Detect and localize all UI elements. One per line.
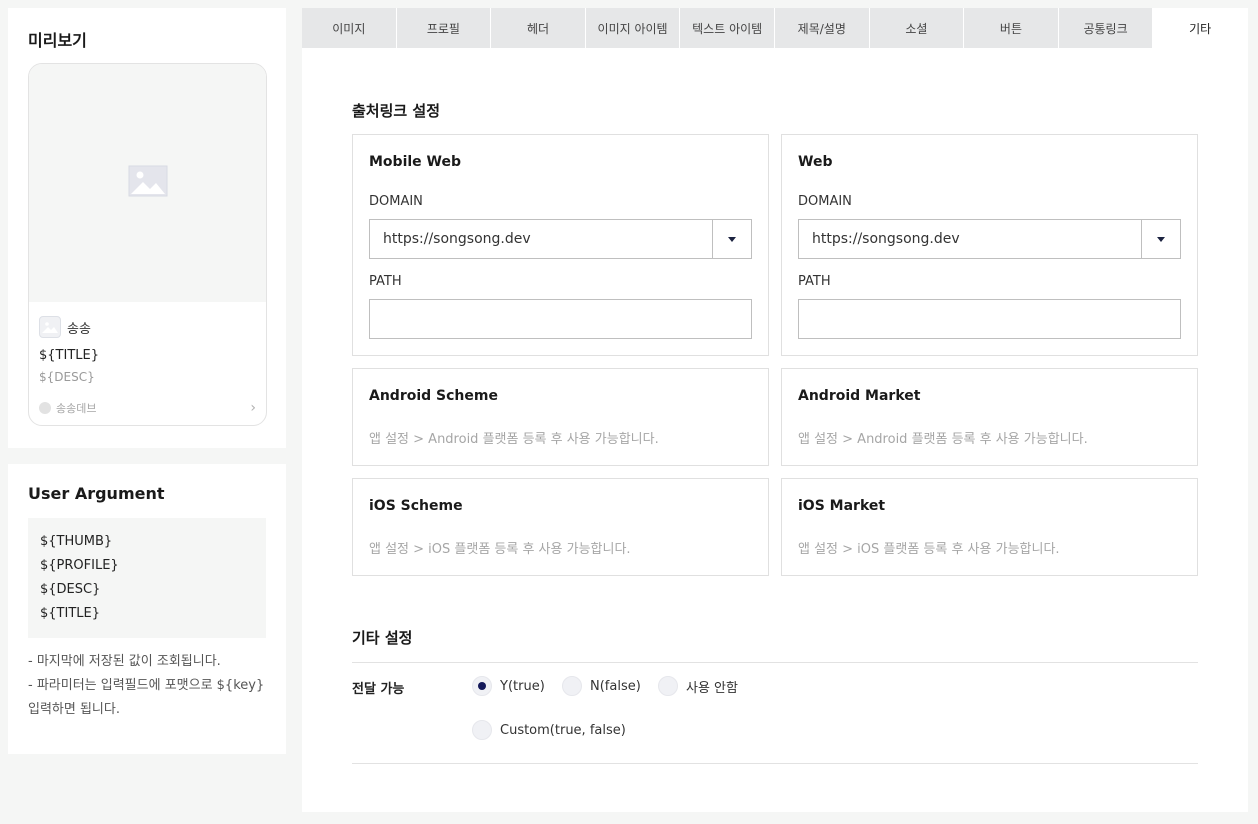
android-scheme-box: Android Scheme 앱 설정 > Android 플랫폼 등록 후 사… [352, 368, 769, 466]
web-title: Web [798, 154, 833, 170]
web-box: Web DOMAIN https://songsong.dev PATH [781, 134, 1198, 356]
tab-header[interactable]: 헤더 [491, 8, 586, 48]
radio-none-label: 사용 안함 [686, 680, 738, 696]
preview-card-image [29, 64, 266, 302]
argument-list: ${THUMB} ${PROFILE} ${DESC} ${TITLE} [28, 518, 266, 638]
divider [352, 662, 1198, 663]
card-title: ${TITLE} [39, 348, 99, 363]
tab-image[interactable]: 이미지 [302, 8, 397, 48]
tab-etc[interactable]: 기타 [1153, 8, 1248, 48]
ios-scheme-title: iOS Scheme [369, 498, 463, 514]
radio-unselected-icon[interactable] [472, 720, 492, 740]
android-scheme-note: 앱 설정 > Android 플랫폼 등록 후 사용 가능합니다. [369, 432, 659, 447]
radio-false[interactable]: N(false) [562, 676, 641, 696]
preview-card-body: 송송 ${TITLE} ${DESC} 송송데브 › [29, 302, 266, 425]
ios-market-box: iOS Market 앱 설정 > iOS 플랫폼 등록 후 사용 가능합니다. [781, 478, 1198, 576]
radio-selected-icon[interactable] [472, 676, 492, 696]
argument-notes: - 마지막에 저장된 값이 조회됩니다. - 파라미터는 입력필드에 포맷으로 … [28, 650, 273, 722]
radio-true[interactable]: Y(true) [472, 676, 545, 696]
user-argument-title: User Argument [28, 484, 165, 503]
radio-unselected-icon[interactable] [658, 676, 678, 696]
divider [352, 763, 1198, 764]
tab-bar: 이미지 프로필 헤더 이미지 아이템 텍스트 아이템 제목/설명 소셜 버튼 공… [302, 8, 1248, 48]
profile-row: 송송 [39, 316, 91, 338]
radio-none[interactable]: 사용 안함 [658, 676, 738, 696]
card-footer[interactable]: 송송데브 › [39, 400, 256, 416]
mobile-web-path-input[interactable] [369, 299, 752, 339]
argument-item: ${PROFILE} [40, 558, 119, 573]
profile-image-icon [39, 316, 61, 338]
caret-down-icon[interactable] [1141, 220, 1180, 258]
radio-true-label: Y(true) [500, 678, 545, 694]
tab-social[interactable]: 소셜 [869, 8, 965, 48]
image-placeholder-icon [128, 165, 168, 201]
tab-common-link[interactable]: 공통링크 [1058, 8, 1154, 48]
mobile-web-domain-label: DOMAIN [369, 194, 423, 209]
forwardable-label: 전달 가능 [352, 682, 405, 697]
ios-scheme-note: 앱 설정 > iOS 플랫폼 등록 후 사용 가능합니다. [369, 542, 631, 557]
radio-false-label: N(false) [590, 678, 641, 694]
profile-name: 송송 [67, 321, 91, 337]
argument-item: ${DESC} [40, 582, 101, 597]
user-argument-panel: User Argument ${THUMB} ${PROFILE} ${DESC… [8, 464, 286, 754]
footer-name: 송송데브 [56, 402, 97, 415]
mobile-web-path-label: PATH [369, 274, 402, 289]
web-domain-label: DOMAIN [798, 194, 852, 209]
mobile-web-domain-select[interactable]: https://songsong.dev [369, 219, 752, 259]
preview-panel: 미리보기 송송 ${TITLE} ${DESC} 송송데브 › [8, 8, 286, 448]
radio-unselected-icon[interactable] [562, 676, 582, 696]
android-scheme-title: Android Scheme [369, 388, 498, 404]
android-market-title: Android Market [798, 388, 921, 404]
android-market-note: 앱 설정 > Android 플랫폼 등록 후 사용 가능합니다. [798, 432, 1088, 447]
web-path-label: PATH [798, 274, 831, 289]
web-domain-select[interactable]: https://songsong.dev [798, 219, 1181, 259]
argument-item: ${THUMB} [40, 534, 113, 549]
web-domain-value: https://songsong.dev [812, 231, 960, 247]
ios-market-title: iOS Market [798, 498, 886, 514]
caret-down-icon[interactable] [712, 220, 751, 258]
ios-scheme-box: iOS Scheme 앱 설정 > iOS 플랫폼 등록 후 사용 가능합니다. [352, 478, 769, 576]
card-desc: ${DESC} [39, 370, 95, 384]
mobile-web-box: Mobile Web DOMAIN https://songsong.dev P… [352, 134, 769, 356]
main-panel: 이미지 프로필 헤더 이미지 아이템 텍스트 아이템 제목/설명 소셜 버튼 공… [302, 8, 1248, 812]
android-market-box: Android Market 앱 설정 > Android 플랫폼 등록 후 사… [781, 368, 1198, 466]
preview-card[interactable]: 송송 ${TITLE} ${DESC} 송송데브 › [28, 63, 267, 426]
footer-avatar-icon [39, 402, 51, 414]
source-link-title: 출처링크 설정 [352, 102, 441, 120]
mobile-web-title: Mobile Web [369, 154, 461, 170]
argument-item: ${TITLE} [40, 606, 100, 621]
radio-custom-label: Custom(true, false) [500, 722, 626, 738]
preview-title: 미리보기 [28, 31, 87, 50]
tab-image-item[interactable]: 이미지 아이템 [585, 8, 681, 48]
tab-profile[interactable]: 프로필 [396, 8, 492, 48]
tab-title-desc[interactable]: 제목/설명 [774, 8, 870, 48]
argument-note: - 마지막에 저장된 값이 조회됩니다. [28, 654, 221, 669]
web-path-input[interactable] [798, 299, 1181, 339]
tab-button[interactable]: 버튼 [964, 8, 1059, 48]
mobile-web-domain-value: https://songsong.dev [383, 231, 531, 247]
ios-market-note: 앱 설정 > iOS 플랫폼 등록 후 사용 가능합니다. [798, 542, 1060, 557]
other-settings-title: 기타 설정 [352, 629, 413, 647]
radio-custom[interactable]: Custom(true, false) [472, 720, 626, 740]
argument-note: - 파라미터는 입력필드에 포맷으로 ${key} 입력하면 됩니다. [28, 678, 265, 717]
tab-text-item[interactable]: 텍스트 아이템 [680, 8, 775, 48]
chevron-right-icon: › [250, 400, 256, 416]
